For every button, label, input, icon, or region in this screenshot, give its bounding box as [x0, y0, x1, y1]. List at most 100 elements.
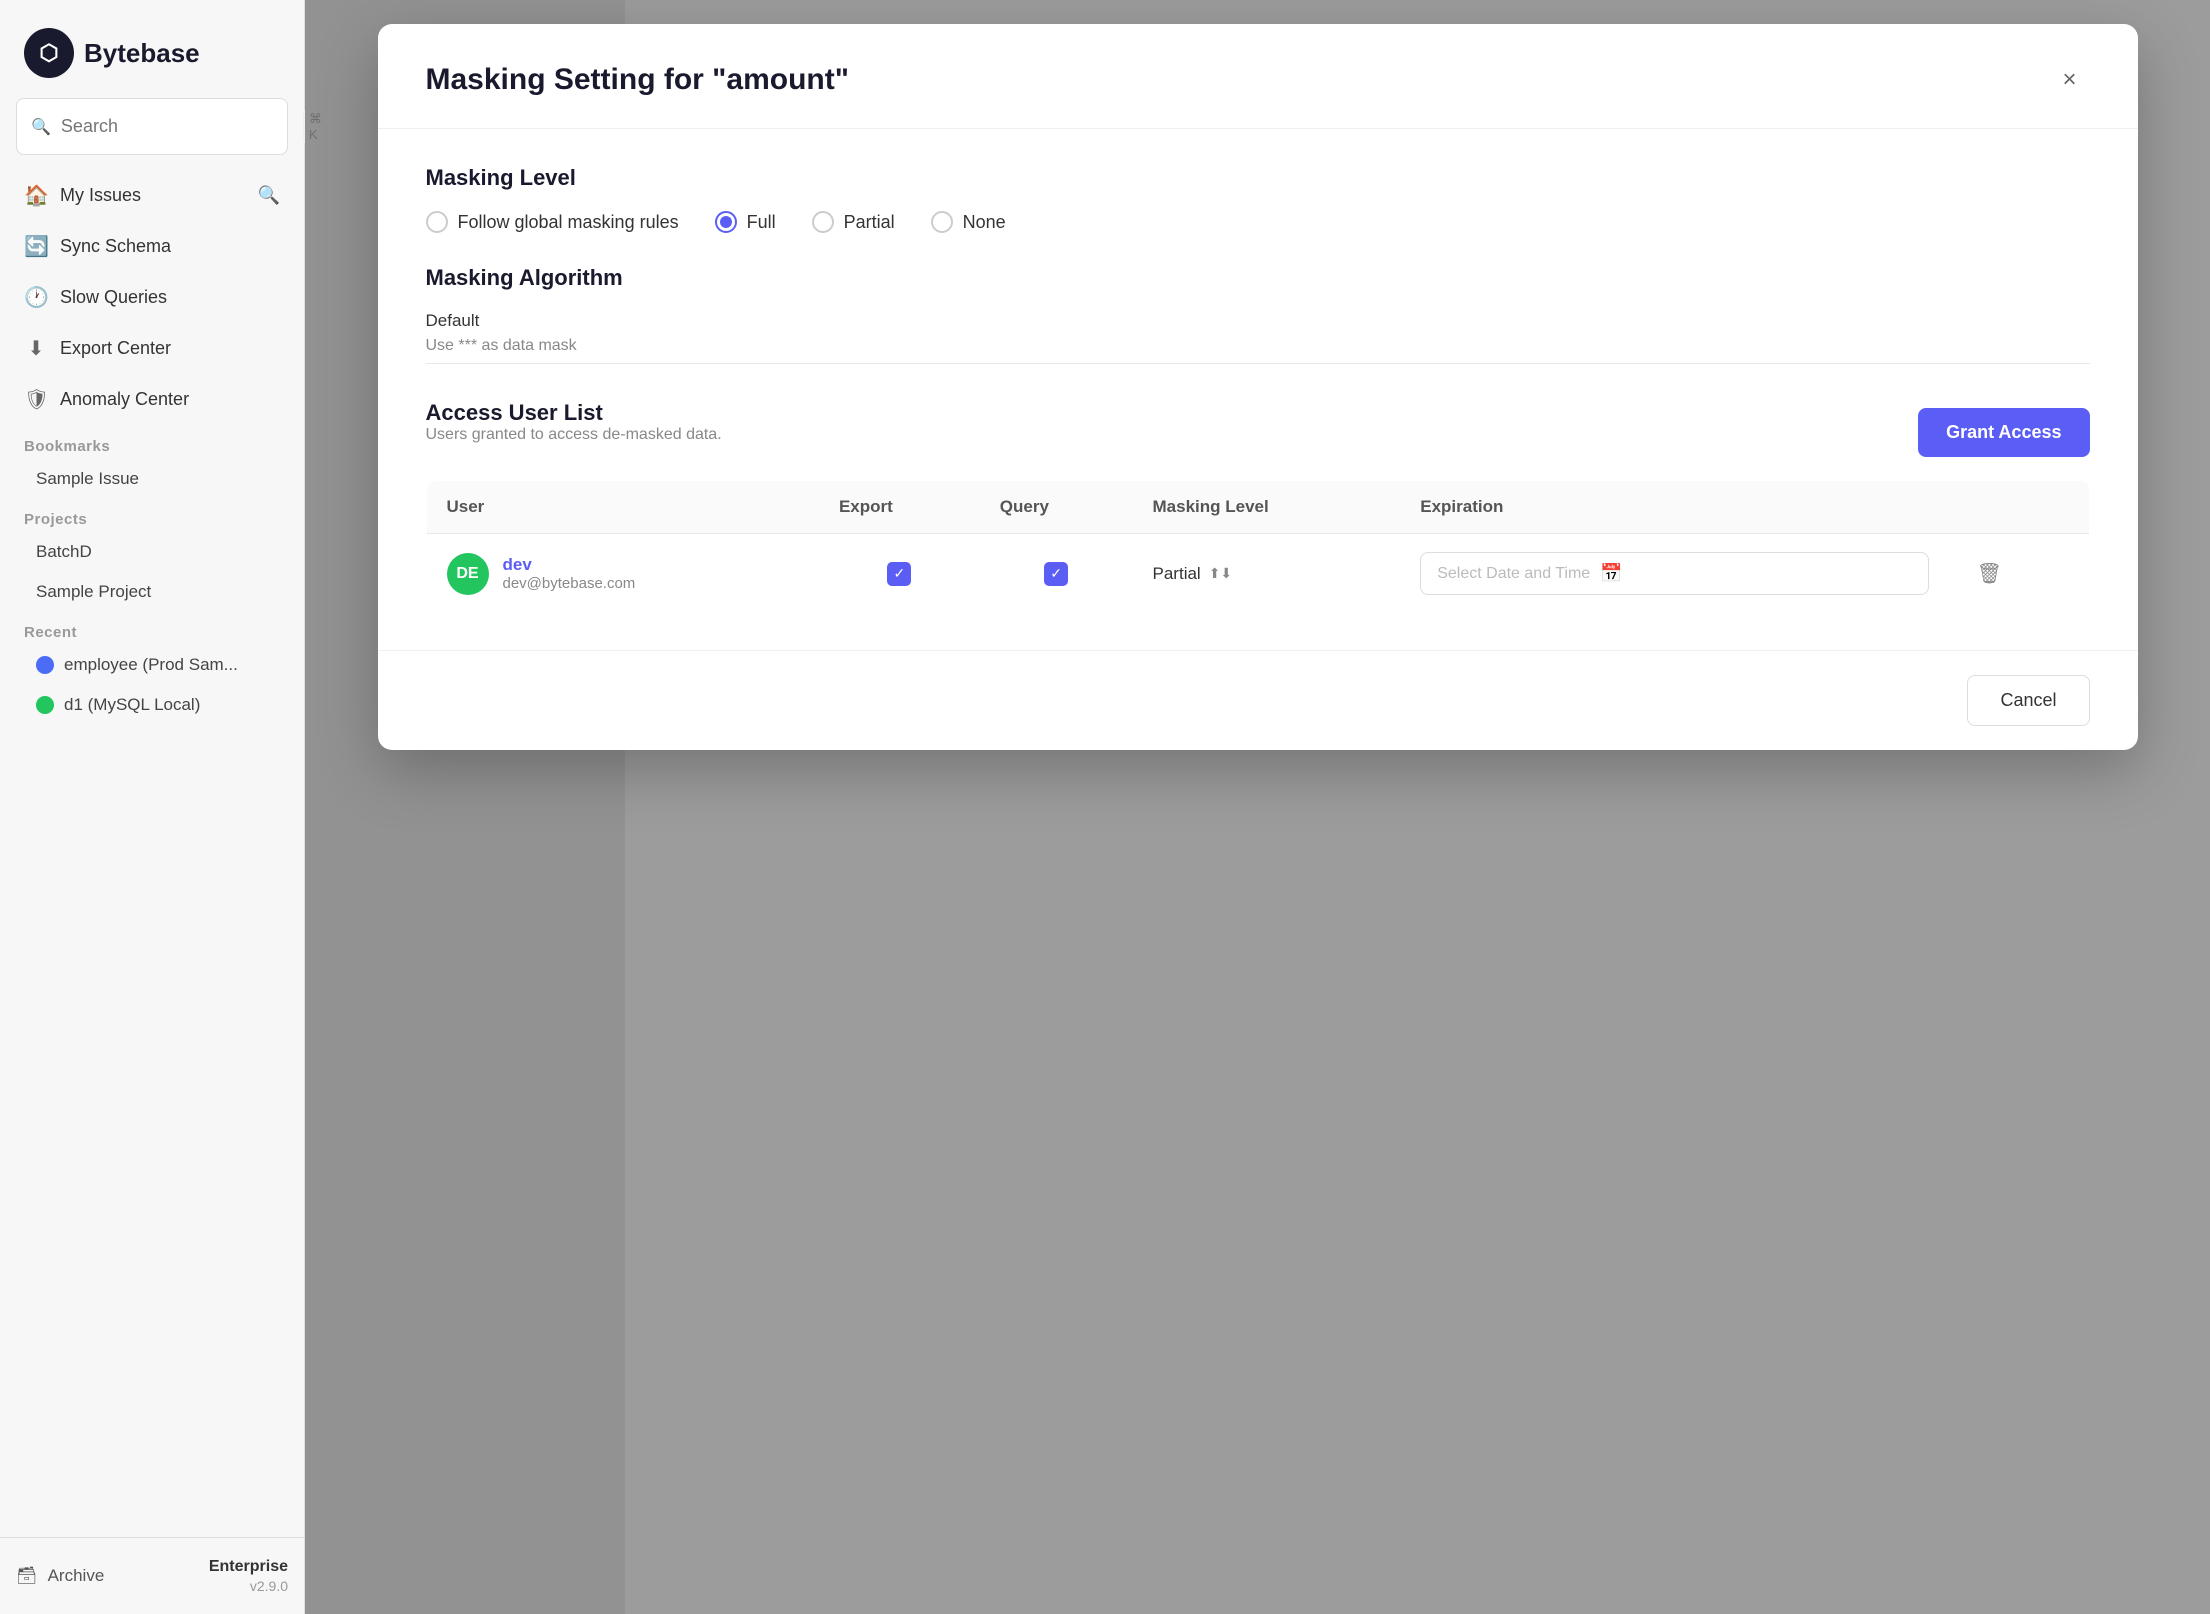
- clock-icon: 🕐: [24, 285, 48, 310]
- masking-level-cell[interactable]: Partial ⬆⬇: [1133, 534, 1401, 614]
- sidebar-item-label: Sample Issue: [36, 469, 139, 489]
- my-issues-search-icon[interactable]: 🔍: [258, 185, 280, 206]
- sidebar-nav: 🏠 My Issues 🔍 🔄 Sync Schema 🕐 Slow Queri…: [0, 171, 304, 1537]
- radio-full[interactable]: Full: [715, 211, 776, 233]
- date-time-input[interactable]: Select Date and Time 📅: [1420, 552, 1928, 595]
- user-cell: DE dev dev@bytebase.com: [426, 534, 819, 614]
- access-list-header: Access User List Users granted to access…: [426, 400, 2090, 464]
- access-list-title: Access User List: [426, 400, 722, 426]
- sidebar-item-employee[interactable]: employee (Prod Sam...: [8, 645, 296, 685]
- sidebar-item-anomaly-center[interactable]: 🛡 Anomaly Center: [8, 375, 296, 424]
- sidebar-item-label: My Issues: [60, 185, 141, 206]
- sidebar: ⬡ Bytebase 🔍 ⌘ K 🏠 My Issues 🔍 🔄 Sync Sc…: [0, 0, 305, 1614]
- version-label: v2.9.0: [250, 1578, 288, 1594]
- masking-level-options: Follow global masking rules Full Partial…: [426, 211, 2090, 233]
- radio-partial[interactable]: Partial: [812, 211, 895, 233]
- archive-icon: 🗃: [16, 1566, 38, 1586]
- bookmarks-label: Bookmarks: [8, 426, 296, 459]
- sidebar-item-sample-issue[interactable]: Sample Issue: [8, 459, 296, 499]
- user-info: DE dev dev@bytebase.com: [447, 553, 799, 595]
- radio-circle-none: [931, 211, 953, 233]
- query-cell[interactable]: ✓: [980, 534, 1133, 614]
- table-header-row: User Export Query Masking Level Expirati…: [426, 481, 2089, 534]
- modal-body: Masking Level Follow global masking rule…: [378, 129, 2138, 650]
- radio-circle-follow-global: [426, 211, 448, 233]
- user-details: dev dev@bytebase.com: [503, 555, 636, 592]
- calendar-icon: 📅: [1600, 563, 1622, 584]
- algorithm-desc: Use *** as data mask: [426, 337, 2090, 355]
- sidebar-item-label: Slow Queries: [60, 287, 167, 308]
- sidebar-item-label: Export Center: [60, 338, 171, 359]
- radio-label-follow-global: Follow global masking rules: [458, 212, 679, 233]
- masking-level-select[interactable]: Partial ⬆⬇: [1153, 564, 1381, 584]
- search-bar[interactable]: 🔍 ⌘ K: [16, 98, 288, 155]
- export-icon: ⬇: [24, 336, 48, 361]
- masking-level-value: Partial: [1153, 564, 1201, 584]
- divider: [426, 363, 2090, 364]
- sidebar-item-label: Sample Project: [36, 582, 151, 602]
- radio-circle-full: [715, 211, 737, 233]
- db-icon-mysql: [36, 696, 54, 714]
- export-checkbox[interactable]: ✓: [887, 562, 911, 586]
- sidebar-item-my-issues[interactable]: 🏠 My Issues 🔍: [8, 171, 296, 220]
- search-icon: 🔍: [31, 117, 51, 137]
- user-name: dev: [503, 555, 636, 575]
- modal-backdrop: Masking Setting for "amount" × Masking L…: [305, 0, 2210, 1614]
- archive-label: Archive: [48, 1566, 105, 1586]
- masking-level-title: Masking Level: [426, 165, 2090, 191]
- radio-label-full: Full: [747, 212, 776, 233]
- col-query: Query: [980, 481, 1133, 534]
- sidebar-item-label: BatchD: [36, 542, 92, 562]
- radio-follow-global[interactable]: Follow global masking rules: [426, 211, 679, 233]
- sidebar-footer: 🗃 Archive Enterprise v2.9.0: [0, 1537, 304, 1614]
- archive-button[interactable]: 🗃 Archive: [16, 1566, 104, 1586]
- sidebar-item-slow-queries[interactable]: 🕐 Slow Queries: [8, 273, 296, 322]
- col-export: Export: [819, 481, 980, 534]
- algorithm-title: Masking Algorithm: [426, 265, 2090, 291]
- sidebar-item-label: Sync Schema: [60, 236, 171, 257]
- expiration-placeholder: Select Date and Time: [1437, 565, 1590, 583]
- home-icon: 🏠: [24, 183, 48, 208]
- expiration-cell[interactable]: Select Date and Time 📅: [1400, 534, 1948, 614]
- cancel-button[interactable]: Cancel: [1967, 675, 2089, 726]
- sidebar-item-sample-project[interactable]: Sample Project: [8, 572, 296, 612]
- sync-icon: 🔄: [24, 234, 48, 259]
- sidebar-item-label: employee (Prod Sam...: [64, 655, 238, 675]
- access-list-desc: Users granted to access de-masked data.: [426, 426, 722, 444]
- access-list-titles: Access User List Users granted to access…: [426, 400, 722, 464]
- db-icon: [36, 656, 54, 674]
- radio-circle-partial: [812, 211, 834, 233]
- action-cell[interactable]: 🗑: [1949, 534, 2089, 614]
- logo-area: ⬡ Bytebase: [0, 0, 304, 98]
- radio-label-none: None: [963, 212, 1006, 233]
- logo-icon: ⬡: [24, 28, 74, 78]
- sidebar-item-d1[interactable]: d1 (MySQL Local): [8, 685, 296, 725]
- export-cell[interactable]: ✓: [819, 534, 980, 614]
- modal-header: Masking Setting for "amount" ×: [378, 24, 2138, 129]
- modal-close-button[interactable]: ×: [2050, 60, 2090, 100]
- search-input[interactable]: [61, 116, 293, 137]
- enterprise-label: Enterprise: [209, 1558, 288, 1576]
- sidebar-item-sync-schema[interactable]: 🔄 Sync Schema: [8, 222, 296, 271]
- algorithm-default: Default: [426, 311, 2090, 331]
- access-user-table: User Export Query Masking Level Expirati…: [426, 480, 2090, 614]
- radio-none[interactable]: None: [931, 211, 1006, 233]
- modal-title: Masking Setting for "amount": [426, 63, 849, 97]
- col-masking-level: Masking Level: [1133, 481, 1401, 534]
- col-user: User: [426, 481, 819, 534]
- delete-row-button[interactable]: 🗑: [1969, 557, 2010, 590]
- recent-label: Recent: [8, 612, 296, 645]
- sidebar-item-batchd[interactable]: BatchD: [8, 532, 296, 572]
- modal-footer: Cancel: [378, 650, 2138, 750]
- radio-label-partial: Partial: [844, 212, 895, 233]
- projects-label: Projects: [8, 499, 296, 532]
- user-email: dev@bytebase.com: [503, 575, 636, 592]
- col-expiration: Expiration: [1400, 481, 1948, 534]
- chevron-updown-icon: ⬆⬇: [1209, 565, 1232, 582]
- sidebar-item-export-center[interactable]: ⬇ Export Center: [8, 324, 296, 373]
- sidebar-item-label: Anomaly Center: [60, 389, 189, 410]
- col-actions: [1949, 481, 2089, 534]
- grant-access-button[interactable]: Grant Access: [1918, 408, 2089, 457]
- table-row: DE dev dev@bytebase.com ✓ ✓: [426, 534, 2089, 614]
- query-checkbox[interactable]: ✓: [1044, 562, 1068, 586]
